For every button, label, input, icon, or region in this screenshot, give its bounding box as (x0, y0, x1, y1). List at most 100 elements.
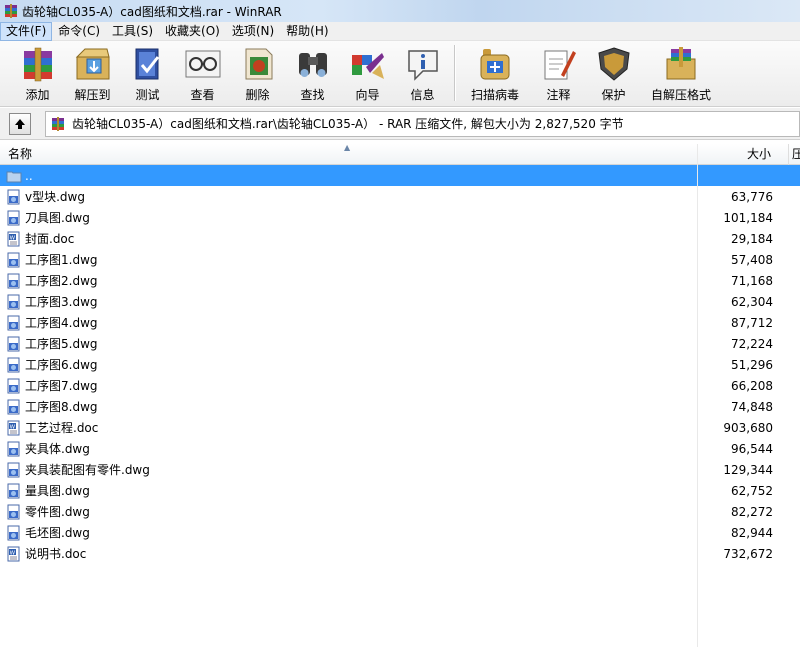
arrow-up-icon (15, 118, 25, 129)
toolbar: 添加 解压到 测试 查看 删除 查找 向导 信息 扫描病毒 注释 保护 自解压格… (0, 41, 800, 107)
dwg-file-icon (7, 399, 20, 414)
sort-ascending-icon: ▲ (344, 143, 351, 152)
virus-scan-icon (480, 49, 510, 80)
view-button[interactable]: 查看 (175, 41, 230, 105)
file-row[interactable]: 工序图7.dwg 66,208 (0, 375, 800, 396)
dwg-file-icon (7, 210, 20, 225)
file-size: 82,272 (731, 504, 773, 519)
file-size: 62,304 (731, 294, 773, 309)
sfx-icon (666, 47, 696, 80)
file-name: 工序图5.dwg (25, 337, 98, 351)
find-label: 查找 (300, 88, 325, 102)
word-doc-icon: W (7, 420, 20, 435)
address-bar: 齿轮轴CL035-A）cad图纸和文档.rar\齿轮轴CL035-A） - RA… (0, 108, 800, 140)
file-name: 说明书.doc (25, 547, 87, 561)
wizard-button[interactable]: 向导 (340, 41, 395, 105)
comment-label: 注释 (546, 88, 571, 102)
file-row[interactable]: W 说明书.doc 732,672 (0, 543, 800, 564)
svg-text:W: W (10, 550, 16, 556)
file-row[interactable]: 量具图.dwg 62,752 (0, 480, 800, 501)
file-size: 66,208 (731, 378, 773, 393)
file-size: 732,672 (723, 546, 773, 561)
dwg-file-icon (7, 441, 20, 456)
test-button[interactable]: 测试 (120, 41, 175, 105)
add-label: 添加 (25, 88, 50, 102)
file-row[interactable]: 夹具体.dwg 96,544 (0, 438, 800, 459)
view-icon (185, 50, 220, 78)
file-row[interactable]: 零件图.dwg 82,272 (0, 501, 800, 522)
file-name: 工序图6.dwg (25, 358, 98, 372)
file-row[interactable]: 工序图5.dwg 72,224 (0, 333, 800, 354)
extract-icon (75, 48, 110, 80)
dwg-file-icon (7, 273, 20, 288)
protect-button[interactable]: 保护 (586, 41, 641, 105)
svg-text:W: W (10, 235, 16, 241)
file-name: 工序图2.dwg (25, 274, 98, 288)
up-folder-button[interactable] (9, 112, 31, 135)
column-header-packed[interactable]: 压 (788, 144, 800, 165)
dwg-file-icon (7, 504, 20, 519)
file-row[interactable]: 夹具装配图有零件.dwg 129,344 (0, 459, 800, 480)
shield-icon (597, 47, 630, 81)
file-row[interactable]: W 工艺过程.doc 903,680 (0, 417, 800, 438)
file-name: .. (25, 168, 33, 183)
menu-commands[interactable]: 命令(C) (52, 22, 106, 41)
file-name: v型块.dwg (25, 190, 85, 204)
add-archive-icon (23, 47, 52, 82)
test-label: 测试 (135, 88, 160, 102)
view-label: 查看 (190, 88, 215, 102)
menu-favorites[interactable]: 收藏夹(O) (159, 22, 226, 41)
toolbar-separator (454, 45, 455, 101)
sfx-button[interactable]: 自解压格式 (641, 41, 721, 105)
file-name: 工序图8.dwg (25, 400, 98, 414)
file-row[interactable]: 工序图8.dwg 74,848 (0, 396, 800, 417)
file-size: 29,184 (731, 231, 773, 246)
file-row[interactable]: 工序图6.dwg 51,296 (0, 354, 800, 375)
file-size: 87,712 (731, 315, 773, 330)
file-name: 零件图.dwg (25, 505, 90, 519)
file-size: 71,168 (731, 273, 773, 288)
comment-button[interactable]: 注释 (531, 41, 586, 105)
menu-options[interactable]: 选项(N) (226, 22, 280, 41)
column-header-size[interactable]: 大小 (697, 144, 773, 165)
column-header-name[interactable]: 名称 (8, 144, 32, 165)
find-button[interactable]: 查找 (285, 41, 340, 105)
file-rows: .. v型块.dwg 63,776 刀具图.dwg 101,184 W 封面.doc 29,1… (0, 165, 800, 564)
file-row[interactable]: v型块.dwg 63,776 (0, 186, 800, 207)
dwg-file-icon (7, 357, 20, 372)
virus-scan-button[interactable]: 扫描病毒 (459, 41, 531, 105)
menu-file[interactable]: 文件(F) (0, 21, 53, 41)
delete-button[interactable]: 删除 (230, 41, 285, 105)
file-name: 毛坯图.dwg (25, 526, 90, 540)
delete-icon (245, 48, 272, 80)
menu-help[interactable]: 帮助(H) (280, 22, 334, 41)
file-row[interactable]: 毛坯图.dwg 82,944 (0, 522, 800, 543)
path-field[interactable]: 齿轮轴CL035-A）cad图纸和文档.rar\齿轮轴CL035-A） - RA… (45, 110, 800, 137)
file-row[interactable]: 工序图2.dwg 71,168 (0, 270, 800, 291)
file-size: 63,776 (731, 189, 773, 204)
window-title: 齿轮轴CL035-A）cad图纸和文档.rar - WinRAR (22, 4, 282, 19)
archive-icon (52, 116, 64, 131)
dwg-file-icon (7, 525, 20, 540)
file-list: 名称 ▲ 大小 压 .. v型块.dwg 63,776 刀具图.dwg 101,184 W… (0, 144, 800, 647)
file-name: 工序图3.dwg (25, 295, 98, 309)
file-name: 工序图7.dwg (25, 379, 98, 393)
delete-label: 删除 (245, 88, 270, 102)
dwg-file-icon (7, 483, 20, 498)
file-row[interactable]: 工序图4.dwg 87,712 (0, 312, 800, 333)
wizard-label: 向导 (355, 88, 380, 102)
menu-tools[interactable]: 工具(S) (106, 22, 159, 41)
info-button[interactable]: 信息 (395, 41, 450, 105)
file-size: 57,408 (731, 252, 773, 267)
word-doc-icon: W (7, 231, 20, 246)
dwg-file-icon (7, 378, 20, 393)
file-size: 82,944 (731, 525, 773, 540)
add-button[interactable]: 添加 (10, 41, 65, 105)
file-row[interactable]: 工序图3.dwg 62,304 (0, 291, 800, 312)
file-row[interactable]: 工序图1.dwg 57,408 (0, 249, 800, 270)
path-text: 齿轮轴CL035-A）cad图纸和文档.rar\齿轮轴CL035-A） - RA… (72, 117, 624, 131)
file-row[interactable]: .. (0, 165, 800, 186)
file-row[interactable]: 刀具图.dwg 101,184 (0, 207, 800, 228)
file-row[interactable]: W 封面.doc 29,184 (0, 228, 800, 249)
extract-to-button[interactable]: 解压到 (65, 41, 120, 105)
